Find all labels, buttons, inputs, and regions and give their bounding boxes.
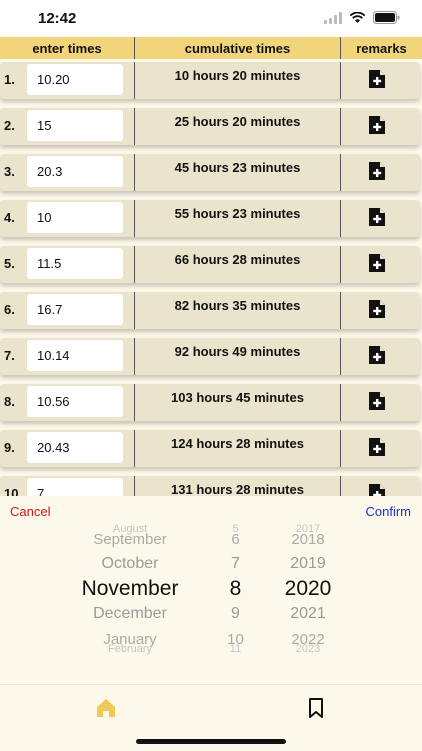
add-document-icon[interactable]: [368, 483, 386, 496]
cumulative-time: 55 hours 23 minutes: [174, 206, 301, 221]
table-row: 4. 55 hours 23 minutes: [0, 197, 422, 237]
month-option[interactable]: November: [55, 577, 205, 601]
day-wheel[interactable]: 5 6 7 8 9 10 11: [208, 514, 263, 666]
table-row: 8. 103 hours 45 minutes: [0, 381, 422, 421]
add-document-icon[interactable]: [368, 437, 386, 457]
cumulative-time: 45 hours 23 minutes: [174, 160, 301, 175]
signal-icon: [324, 11, 342, 24]
row-index: 2.: [4, 118, 15, 133]
year-wheel[interactable]: 2017 2018 2019 2020 2021 2022 2023: [268, 514, 348, 666]
add-document-icon[interactable]: [368, 69, 386, 89]
day-option[interactable]: 9: [208, 605, 263, 623]
table-header: enter times cumulative times remarks: [0, 37, 422, 59]
column-divider: [340, 108, 341, 145]
time-input[interactable]: [27, 110, 123, 141]
time-input[interactable]: [27, 294, 123, 325]
month-option[interactable]: December: [55, 605, 205, 623]
add-document-icon[interactable]: [368, 115, 386, 135]
column-divider: [340, 154, 341, 191]
header-cumulative-times: cumulative times: [135, 37, 341, 59]
row-index: 5.: [4, 256, 15, 271]
year-option[interactable]: 2023: [268, 643, 348, 655]
column-divider: [340, 476, 341, 496]
year-option[interactable]: 2018: [268, 531, 348, 548]
table-row: 9. 124 hours 28 minutes: [0, 427, 422, 467]
bookmark-icon[interactable]: [303, 695, 329, 721]
day-option[interactable]: 6: [208, 531, 263, 548]
table-row: 3. 45 hours 23 minutes: [0, 151, 422, 191]
header-enter-times: enter times: [0, 37, 135, 59]
day-option[interactable]: 11: [208, 643, 263, 655]
add-document-icon[interactable]: [368, 207, 386, 227]
time-input[interactable]: [27, 340, 123, 371]
day-option[interactable]: 8: [208, 577, 263, 601]
cumulative-time: 124 hours 28 minutes: [171, 436, 304, 451]
cumulative-time: 25 hours 20 minutes: [174, 114, 301, 129]
column-divider: [340, 430, 341, 467]
month-option[interactable]: September: [55, 531, 205, 548]
battery-icon: [373, 11, 400, 24]
home-indicator: [136, 739, 286, 744]
row-index: 10.: [4, 486, 23, 496]
home-icon[interactable]: [93, 695, 119, 721]
time-input[interactable]: [27, 156, 123, 187]
time-input[interactable]: [27, 64, 123, 95]
status-time: 12:42: [38, 10, 77, 27]
year-option[interactable]: 2020: [268, 577, 348, 601]
row-index: 1.: [4, 72, 15, 87]
status-bar: 12:42: [0, 0, 422, 37]
time-entries-list[interactable]: 1. 10 hours 20 minutes 2. 25 hours 20 minut…: [0, 59, 422, 496]
cumulative-time: 82 hours 35 minutes: [174, 298, 301, 313]
table-row: 1. 10 hours 20 minutes: [0, 59, 422, 99]
table-row: 7. 92 hours 49 minutes: [0, 335, 422, 375]
table-row: 5. 66 hours 28 minutes: [0, 243, 422, 283]
row-index: 6.: [4, 302, 15, 317]
row-index: 3.: [4, 164, 15, 179]
year-option[interactable]: 2019: [268, 555, 348, 573]
add-document-icon[interactable]: [368, 345, 386, 365]
day-option[interactable]: 7: [208, 555, 263, 573]
confirm-button[interactable]: Confirm: [365, 504, 411, 519]
time-input[interactable]: [27, 432, 123, 463]
row-index: 4.: [4, 210, 15, 225]
date-picker[interactable]: Cancel Confirm August September October Nov…: [0, 496, 422, 684]
table-row: 6. 82 hours 35 minutes: [0, 289, 422, 329]
cumulative-time: 92 hours 49 minutes: [174, 344, 301, 359]
header-remarks: remarks: [356, 40, 407, 56]
column-divider: [340, 292, 341, 329]
cumulative-time: 66 hours 28 minutes: [174, 252, 301, 267]
column-divider: [340, 200, 341, 237]
cumulative-time: 10 hours 20 minutes: [174, 68, 301, 83]
month-option[interactable]: February: [55, 643, 205, 655]
wifi-icon: [349, 11, 366, 23]
time-input[interactable]: [27, 386, 123, 417]
row-index: 8.: [4, 394, 15, 409]
cumulative-time: 103 hours 45 minutes: [171, 390, 304, 405]
table-row: 2. 25 hours 20 minutes: [0, 105, 422, 145]
add-document-icon[interactable]: [368, 391, 386, 411]
month-wheel[interactable]: August September October November December Ja…: [55, 514, 205, 666]
time-input[interactable]: [27, 478, 123, 496]
row-index: 7.: [4, 348, 15, 363]
column-divider: [340, 338, 341, 375]
time-input[interactable]: [27, 202, 123, 233]
table-row: 10. 131 hours 28 minutes: [0, 473, 422, 496]
add-document-icon[interactable]: [368, 299, 386, 319]
column-divider: [340, 246, 341, 283]
row-index: 9.: [4, 440, 15, 455]
year-option[interactable]: 2021: [268, 605, 348, 623]
add-document-icon[interactable]: [368, 161, 386, 181]
cancel-button[interactable]: Cancel: [10, 504, 50, 519]
cumulative-time: 131 hours 28 minutes: [171, 482, 304, 496]
status-icons: [324, 11, 400, 24]
month-option[interactable]: October: [55, 555, 205, 573]
column-divider: [340, 384, 341, 421]
column-divider: [340, 62, 341, 99]
add-document-icon[interactable]: [368, 253, 386, 273]
time-input[interactable]: [27, 248, 123, 279]
